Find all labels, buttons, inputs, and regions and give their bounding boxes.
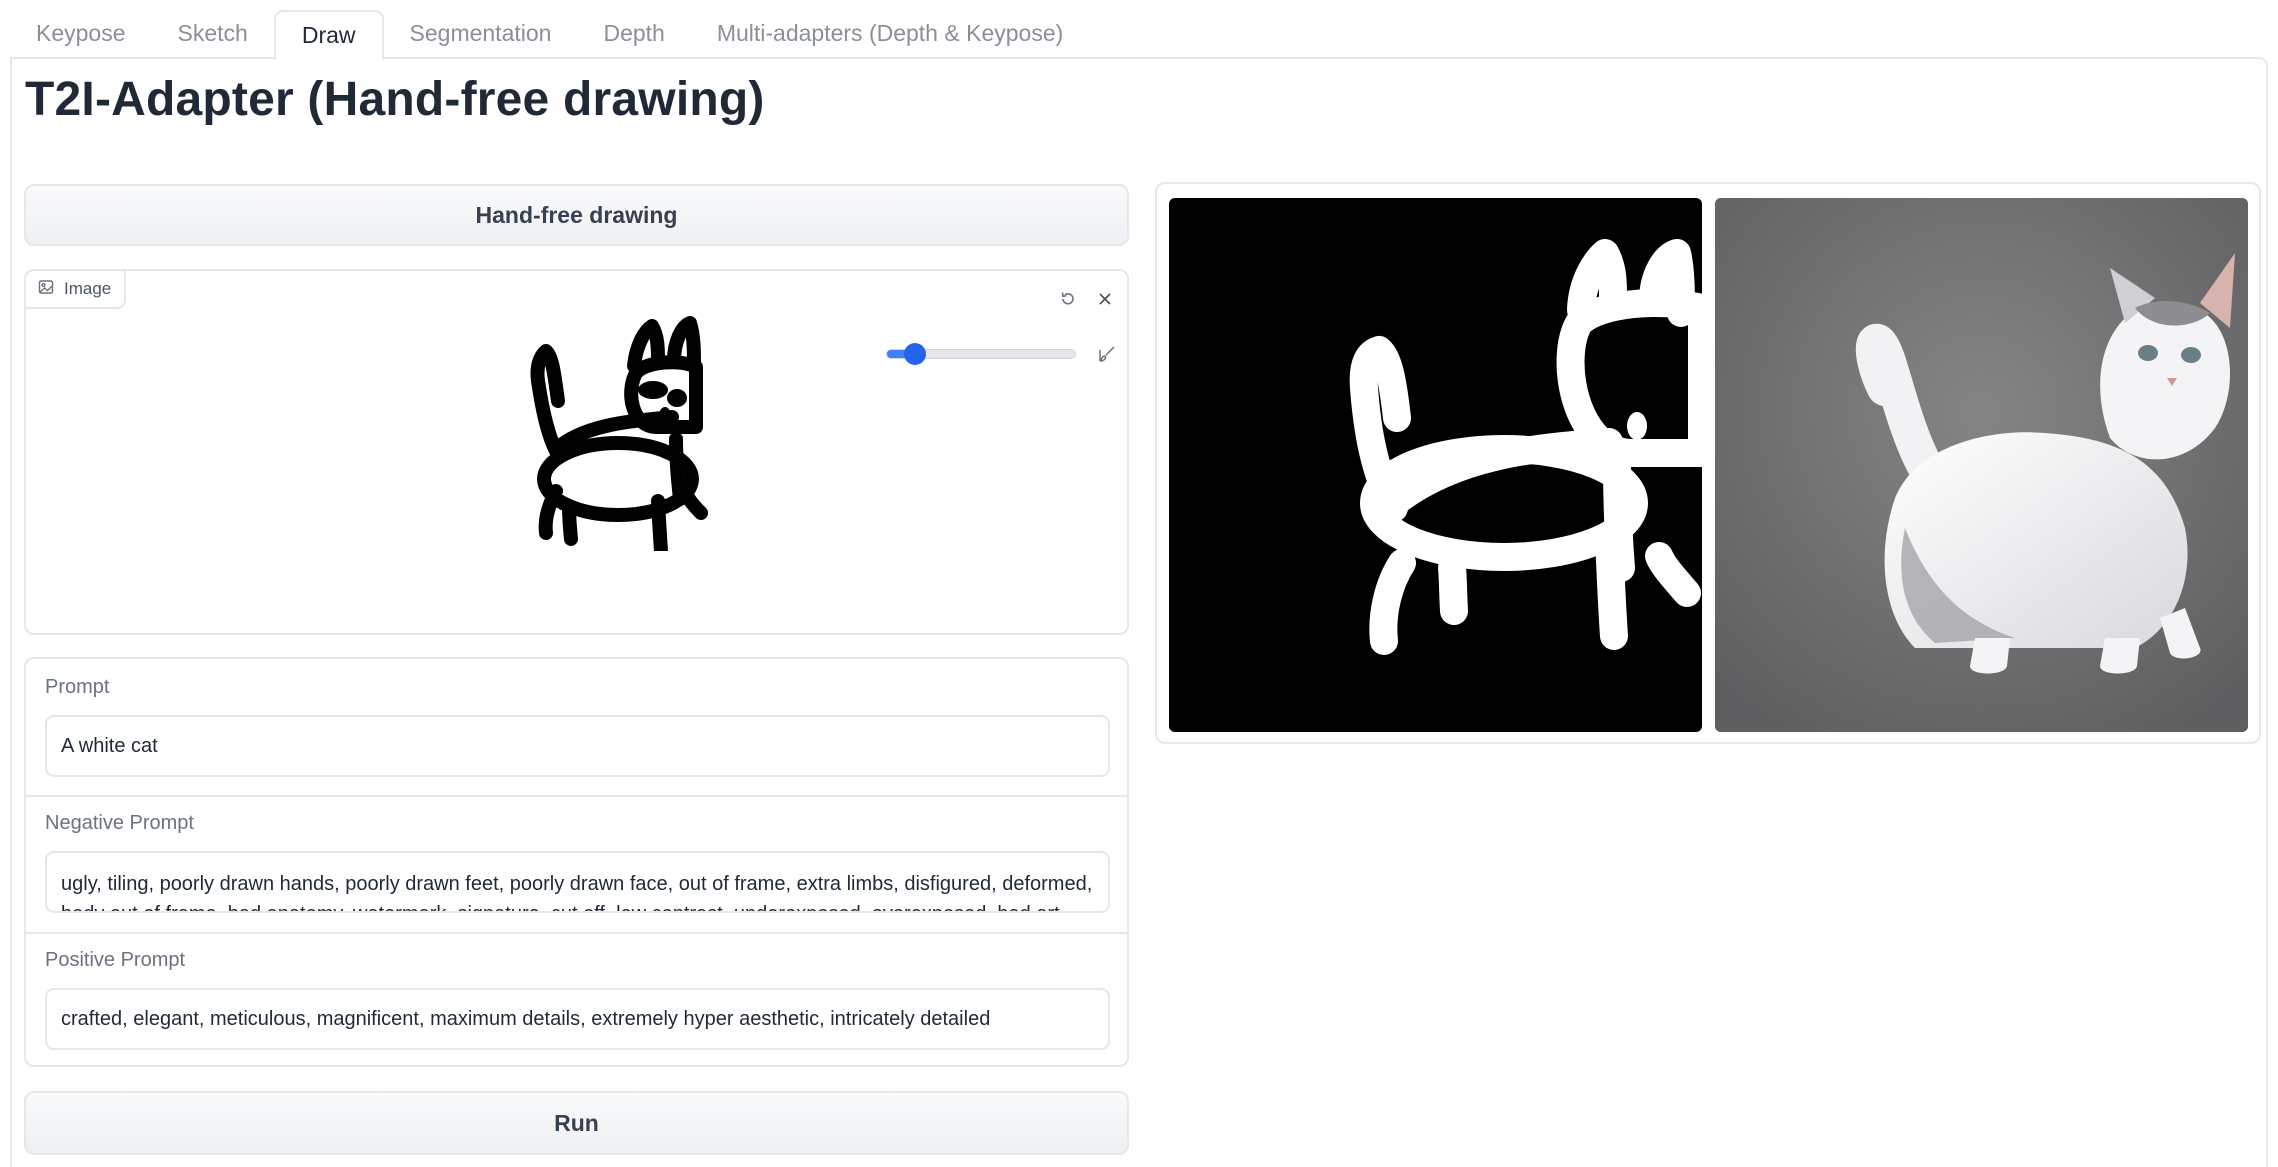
prompt-label: Prompt [45,676,110,698]
brush-icon[interactable] [1092,339,1122,369]
tab-segmentation[interactable]: Segmentation [384,8,578,58]
output-gallery [1155,182,2261,744]
page-title: T2I-Adapter (Hand-free drawing) [25,73,765,126]
tab-sketch[interactable]: Sketch [152,8,274,58]
prompt-input[interactable]: A white cat [45,715,1110,777]
sketch-output-thumbnail[interactable] [1169,198,1702,732]
hand-free-drawing-button[interactable]: Hand-free drawing [24,184,1129,246]
negative-prompt-label: Negative Prompt [45,812,194,834]
image-canvas-block[interactable]: Image [24,269,1129,635]
tab-keypose[interactable]: Keypose [10,8,152,58]
image-label-text: Image [64,279,112,298]
field-divider [26,932,1127,934]
image-icon [38,279,54,300]
tab-multi-adapters[interactable]: Multi-adapters (Depth & Keypose) [691,8,1089,58]
close-icon[interactable] [1090,284,1120,314]
positive-prompt-input[interactable]: crafted, elegant, meticulous, magnificen… [45,988,1110,1050]
negative-prompt-input[interactable]: ugly, tiling, poorly drawn hands, poorly… [45,851,1110,913]
slider-track [886,343,1076,365]
image-label: Image [26,271,127,309]
field-divider [26,795,1127,797]
run-button[interactable]: Run [24,1091,1129,1155]
positive-prompt-label: Positive Prompt [45,949,186,971]
tab-draw[interactable]: Draw [273,10,384,60]
prompt-settings-block: Prompt A white cat Negative Prompt ugly,… [24,657,1129,1067]
tab-depth[interactable]: Depth [577,8,690,58]
slider-thumb[interactable] [904,343,927,365]
undo-icon[interactable] [1053,284,1083,314]
tab-bar: Keypose Sketch Draw Segmentation Depth M… [10,8,1089,60]
generated-cat-image-thumbnail[interactable] [1715,198,2248,732]
cat-sketch-drawing [530,316,708,551]
brush-size-slider[interactable] [886,339,1106,369]
